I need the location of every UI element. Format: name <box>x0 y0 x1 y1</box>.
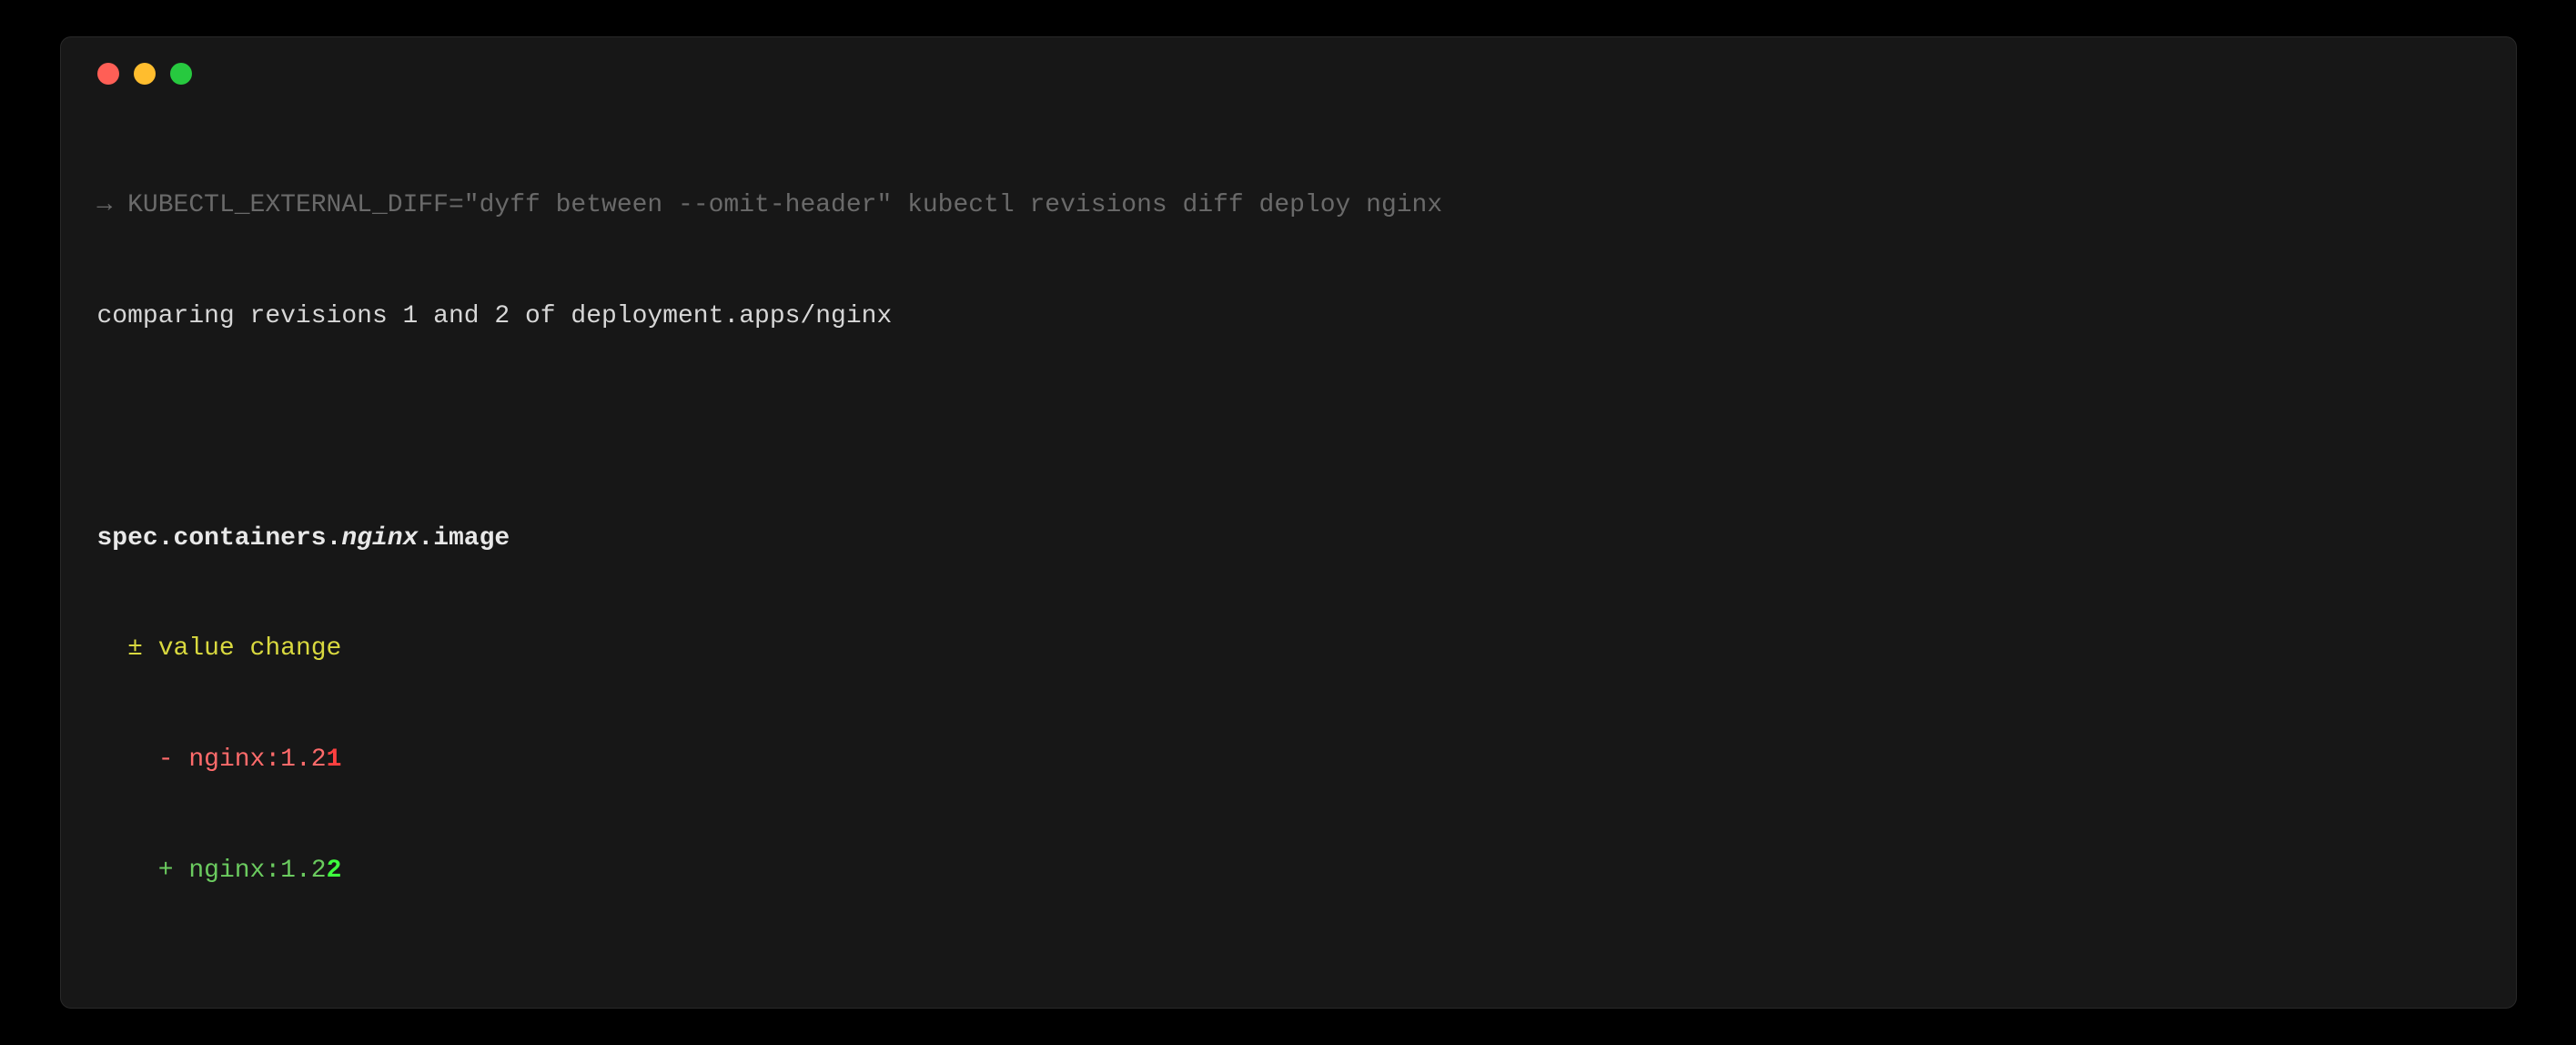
diff-indent <box>97 746 158 774</box>
diff-space <box>174 857 189 885</box>
change-indent <box>97 634 128 663</box>
plus-sign-icon: + <box>158 857 174 885</box>
diff-added-line: + nginx:1.22 <box>97 853 2480 890</box>
minus-sign-icon: - <box>158 746 174 774</box>
diff-new-changed: 2 <box>327 857 342 885</box>
command-line: → KUBECTL_EXTERNAL_DIFF="dyff between --… <box>97 188 2480 225</box>
diff-old-changed: 1 <box>327 746 342 774</box>
comparing-output: comparing revisions 1 and 2 of deploymen… <box>97 299 2480 336</box>
close-button[interactable] <box>97 63 119 85</box>
path-dot: . <box>158 524 174 553</box>
blank-line <box>97 410 2480 447</box>
diff-indent <box>97 857 158 885</box>
path-spec: spec <box>97 524 158 553</box>
path-dot: . <box>327 524 342 553</box>
window-titlebar <box>97 63 2480 85</box>
terminal-content[interactable]: → KUBECTL_EXTERNAL_DIFF="dyff between --… <box>97 114 2480 964</box>
path-container-name: nginx <box>341 524 418 553</box>
diff-space <box>174 746 189 774</box>
change-label: value change <box>143 634 341 663</box>
plus-minus-icon: ± <box>127 634 143 663</box>
diff-old-prefix: nginx:1.2 <box>188 746 326 774</box>
prompt-arrow-icon: → <box>97 191 113 219</box>
diff-new-prefix: nginx:1.2 <box>188 857 326 885</box>
change-header: ± value change <box>97 631 2480 668</box>
diff-path: spec.containers.nginx.image <box>97 521 2480 558</box>
minimize-button[interactable] <box>134 63 156 85</box>
maximize-button[interactable] <box>170 63 192 85</box>
diff-removed-line: - nginx:1.21 <box>97 742 2480 779</box>
path-image: image <box>433 524 510 553</box>
command-text: KUBECTL_EXTERNAL_DIFF="dyff between --om… <box>127 191 1442 219</box>
path-dot: . <box>418 524 433 553</box>
terminal-window: → KUBECTL_EXTERNAL_DIFF="dyff between --… <box>60 36 2517 1009</box>
path-containers: containers <box>174 524 327 553</box>
